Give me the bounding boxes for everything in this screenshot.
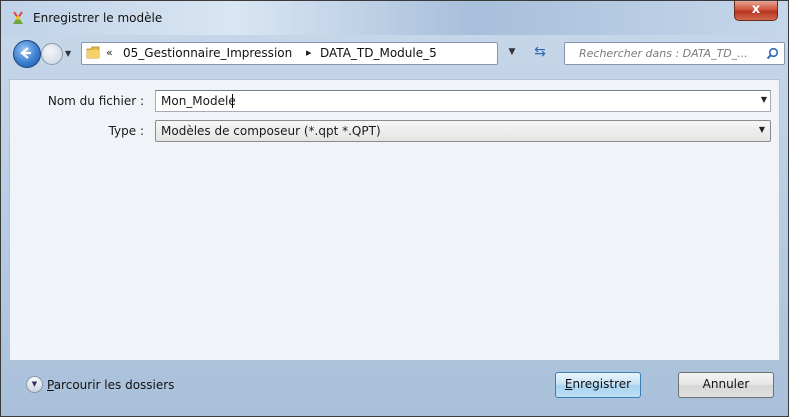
title-bar: Enregistrer le modèle x: [1, 1, 788, 35]
app-icon: [13, 11, 23, 24]
close-button[interactable]: x: [734, 1, 778, 21]
breadcrumb-item[interactable]: DATA_TD_Module_5: [320, 46, 437, 60]
save-button[interactable]: Enregistrer: [555, 372, 641, 398]
address-bar[interactable]: « 05_Gestionnaire_Impression ▸ DATA_TD_M…: [81, 42, 498, 65]
browse-folders-link[interactable]: Parcourir les dossiers: [47, 378, 174, 392]
window-title: Enregistrer le modèle: [33, 11, 163, 25]
type-label: Type :: [108, 124, 144, 138]
history-dropdown-icon[interactable]: ▼: [65, 49, 73, 58]
type-dropdown-icon[interactable]: ▼: [759, 125, 765, 134]
navigation-bar: ▼ « 05_Gestionnaire_Impression ▸ DATA_TD…: [1, 35, 788, 71]
search-icon[interactable]: [766, 47, 779, 60]
back-button[interactable]: [13, 40, 41, 68]
type-select[interactable]: Modèles de composeur (*.qpt *.QPT) ▼: [155, 120, 771, 142]
filename-dropdown-icon[interactable]: ▼: [761, 95, 767, 104]
type-value: Modèles de composeur (*.qpt *.QPT): [161, 124, 381, 138]
save-dialog: Enregistrer le modèle x ▼ « 05_Gestionna…: [0, 0, 789, 417]
breadcrumb-separator[interactable]: ▸: [306, 46, 312, 59]
breadcrumb-item[interactable]: 05_Gestionnaire_Impression: [123, 46, 292, 60]
filename-row: Nom du fichier : Mon_Modele ▼: [10, 90, 779, 112]
breadcrumb-overflow[interactable]: «: [106, 46, 113, 59]
filename-label: Nom du fichier :: [47, 94, 144, 108]
form-area: Nom du fichier : Mon_Modele ▼ Type : Mod…: [9, 79, 780, 361]
folder-icon: [86, 46, 100, 59]
search-input[interactable]: Rechercher dans : DATA_TD_...: [564, 42, 785, 65]
refresh-icon[interactable]: ⇆: [528, 42, 552, 63]
cancel-button[interactable]: Annuler: [678, 372, 774, 398]
forward-button[interactable]: [41, 43, 63, 65]
type-row: Type : Modèles de composeur (*.qpt *.QPT…: [10, 120, 779, 142]
expand-icon[interactable]: ▼: [26, 376, 43, 393]
filename-value: Mon_Modele: [161, 94, 236, 108]
dialog-footer: ▼ Parcourir les dossiers Enregistrer Ann…: [9, 359, 780, 407]
address-dropdown-icon[interactable]: ▼: [501, 42, 523, 63]
filename-field[interactable]: Mon_Modele ▼: [155, 90, 771, 112]
search-placeholder: Rechercher dans : DATA_TD_...: [579, 47, 748, 60]
back-arrow-icon: [20, 47, 31, 59]
text-caret: [232, 94, 233, 108]
